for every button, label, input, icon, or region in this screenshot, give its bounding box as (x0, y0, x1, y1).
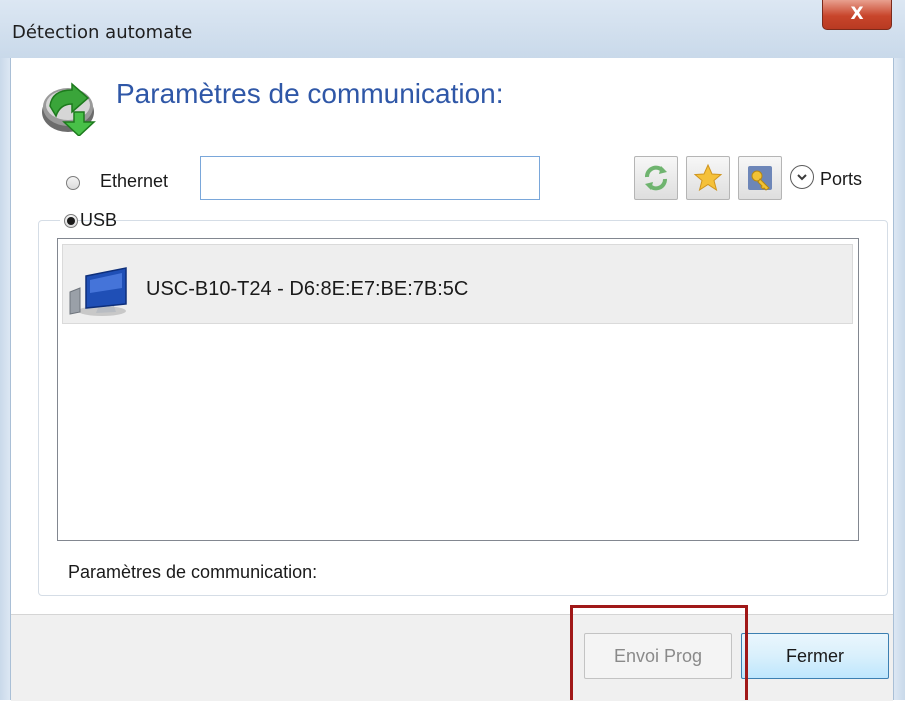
window-close-button[interactable]: X (822, 0, 892, 30)
params-status-label: Paramètres de communication: (68, 562, 318, 582)
window-title: Détection automate (12, 22, 193, 43)
window-frame-right (894, 58, 905, 700)
favorite-star-icon (693, 163, 723, 192)
refresh-icon (645, 165, 667, 191)
chevron-down-icon (797, 174, 807, 181)
section-title: Paramètres de communication: (116, 78, 504, 109)
favorite-button[interactable] (686, 156, 730, 200)
highlight-annotation (570, 605, 748, 700)
usb-legend: USB (60, 210, 117, 234)
green-arrow-refresh-icon (42, 82, 96, 136)
key-icon (748, 166, 772, 191)
title-bar: Détection automate X (0, 0, 905, 59)
refresh-button[interactable] (634, 156, 678, 200)
usb-radio[interactable] (64, 214, 78, 228)
ethernet-address-input[interactable] (200, 156, 540, 200)
ethernet-radio[interactable] (66, 176, 80, 190)
usb-label: USB (80, 210, 118, 230)
ports-expander-button[interactable] (790, 165, 814, 189)
ports-label[interactable]: Ports (820, 169, 862, 190)
computer-monitor-icon (69, 267, 127, 316)
close-button[interactable]: Fermer (741, 633, 889, 679)
device-name: USC-B10-T24 - D6:8E:E7:BE:7B:5C (146, 278, 469, 300)
ethernet-label: Ethernet (100, 171, 169, 191)
window-frame-left (0, 58, 10, 700)
key-button[interactable] (738, 156, 782, 200)
